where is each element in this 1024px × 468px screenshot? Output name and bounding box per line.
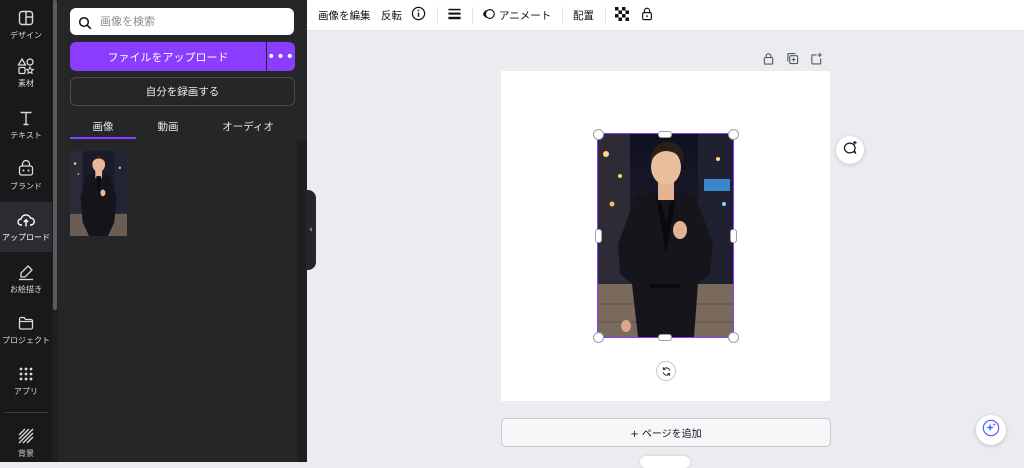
layout-icon <box>17 9 35 27</box>
page-tools <box>762 50 824 68</box>
toolbar-divider <box>605 7 606 23</box>
active-tab-indicator <box>70 137 136 139</box>
rail-item-projects[interactable]: プロジェクト <box>0 305 52 355</box>
tab-videos[interactable]: 動画 <box>138 115 198 137</box>
animate-label: アニメート <box>499 9 552 22</box>
rail-scrollbar-thumb[interactable] <box>53 0 57 310</box>
toolbar-divider <box>437 7 438 23</box>
add-comment-button[interactable] <box>836 136 864 164</box>
border-style-button[interactable] <box>447 0 462 30</box>
add-page-label: + ページを追加 <box>630 429 702 440</box>
brand-icon <box>17 160 35 178</box>
man-in-suit-image <box>598 134 733 337</box>
rail-scrollbar[interactable] <box>52 0 58 462</box>
rail-divider <box>4 412 48 413</box>
rail-item-label: テキスト <box>10 131 42 140</box>
rail-item-label: デザイン <box>10 31 42 40</box>
resize-handle-bottom[interactable] <box>658 334 672 341</box>
toolbar-divider <box>472 7 473 23</box>
line-weight-icon <box>447 6 462 24</box>
rail-item-label: 背景 <box>18 449 34 458</box>
rail-item-design[interactable]: デザイン <box>0 0 52 50</box>
page-navigator-handle[interactable] <box>640 456 690 468</box>
record-yourself-label: 自分を録画する <box>145 86 220 98</box>
panel-scrollbar[interactable] <box>297 140 307 462</box>
tab-audio[interactable]: オーディオ <box>212 115 284 137</box>
rail-item-label: プロジェクト <box>2 336 50 345</box>
flip-button[interactable]: 反転 <box>381 0 402 30</box>
tab-label: 動画 <box>157 120 179 133</box>
sparkle-icon <box>982 419 1000 441</box>
rail-item-elements[interactable]: 素材 <box>0 48 52 98</box>
resize-handle-top[interactable] <box>658 131 672 138</box>
rail-item-text[interactable]: テキスト <box>0 100 52 150</box>
collapse-panel-button[interactable]: ‹ <box>306 190 316 270</box>
magic-assistant-button[interactable] <box>976 415 1006 445</box>
folder-icon <box>17 314 35 332</box>
uploads-panel: ファイルをアップロード ••• 自分を録画する 画像 動画 オーディオ <box>52 0 307 462</box>
animate-icon <box>482 7 496 24</box>
draw-icon <box>17 263 35 281</box>
tab-label: オーディオ <box>222 120 274 133</box>
search-input[interactable] <box>98 14 282 29</box>
man-in-suit-image <box>70 151 127 236</box>
comment-add-icon <box>842 140 858 160</box>
rail-item-brand[interactable]: ブランド <box>0 151 52 201</box>
chevron-left-icon: ‹ <box>309 225 313 235</box>
lock-button[interactable] <box>640 0 654 30</box>
upload-files-button[interactable]: ファイルをアップロード <box>70 42 266 71</box>
arrange-button[interactable]: 配置 <box>573 0 594 30</box>
info-button[interactable] <box>411 0 426 30</box>
apps-grid-icon <box>17 365 35 383</box>
rail-item-label: アップロード <box>2 233 50 242</box>
top-toolbar: 画像を編集 反転 アニメート 配置 <box>307 0 1024 31</box>
rail-item-apps[interactable]: アプリ <box>0 356 52 406</box>
text-icon <box>17 109 35 127</box>
search-icon <box>78 15 92 29</box>
rail-item-label: ブランド <box>10 182 42 191</box>
edit-image-button[interactable]: 画像を編集 <box>318 0 371 30</box>
resize-handle-top-right[interactable] <box>728 129 739 140</box>
resize-handle-left[interactable] <box>595 229 602 243</box>
duplicate-page-icon[interactable] <box>786 50 800 65</box>
record-yourself-button[interactable]: 自分を録画する <box>70 77 295 106</box>
cloud-upload-icon <box>17 211 35 229</box>
rail-item-background[interactable]: 背景 <box>0 418 52 468</box>
more-dots-icon: ••• <box>267 48 295 65</box>
uploaded-image-thumbnail[interactable] <box>70 151 127 236</box>
add-page-icon[interactable] <box>810 50 824 65</box>
rotate-icon <box>661 362 672 381</box>
resize-handle-bottom-right[interactable] <box>728 332 739 343</box>
selected-image[interactable] <box>598 134 733 337</box>
resize-handle-top-left[interactable] <box>593 129 604 140</box>
rail-item-label: アプリ <box>14 387 38 396</box>
left-rail: デザイン 素材 テキスト ブランド アップロード お絵描き プロジェクト アプリ… <box>0 0 52 462</box>
upload-files-label: ファイルをアップロード <box>107 50 229 64</box>
lock-icon <box>640 6 654 24</box>
toolbar-divider <box>562 7 563 23</box>
rail-item-label: お絵描き <box>10 285 42 294</box>
arrange-label: 配置 <box>573 9 594 22</box>
rail-item-uploads[interactable]: アップロード <box>0 202 52 252</box>
shapes-icon <box>17 57 35 75</box>
upload-more-options-button[interactable]: ••• <box>267 42 295 71</box>
animate-button[interactable]: アニメート <box>482 0 551 30</box>
info-icon <box>411 6 426 24</box>
background-icon <box>17 427 35 445</box>
transparency-button[interactable] <box>615 0 629 30</box>
resize-handle-right[interactable] <box>730 229 737 243</box>
tab-images[interactable]: 画像 <box>70 115 136 137</box>
flip-label: 反転 <box>381 9 402 22</box>
lock-page-icon[interactable] <box>762 50 776 65</box>
transparency-checker-icon <box>615 6 629 24</box>
tab-label: 画像 <box>92 120 114 133</box>
rotate-button[interactable] <box>656 361 676 381</box>
rail-item-label: 素材 <box>18 79 34 88</box>
search-box[interactable] <box>70 8 294 35</box>
add-page-button[interactable]: + ページを追加 <box>501 418 831 447</box>
rail-item-draw[interactable]: お絵描き <box>0 254 52 304</box>
edit-image-label: 画像を編集 <box>318 9 371 22</box>
resize-handle-bottom-left[interactable] <box>593 332 604 343</box>
